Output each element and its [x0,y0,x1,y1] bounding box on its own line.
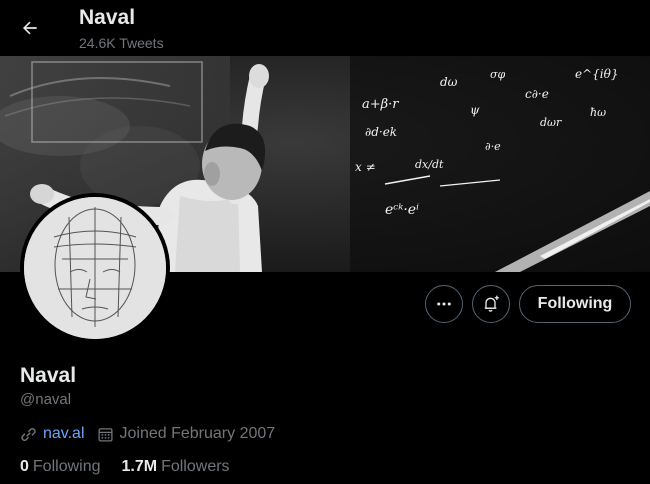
profile-stats: 0 Following 1.7M Followers [20,458,251,476]
equation-text: c∂·e [525,87,549,101]
arrow-left-icon [23,21,37,35]
profile-name: Naval [20,364,77,387]
equation-text: ψ [470,103,480,117]
ellipsis-icon [437,302,451,306]
equation-text: e^{iθ} [575,67,619,81]
following-button[interactable]: Following [519,285,631,323]
profile-header-bar: Naval 24.6K Tweets [0,0,650,56]
equation-text: ∂d·ek [365,125,397,139]
following-label: Following [32,458,101,475]
followers-label: Followers [161,458,230,475]
notifications-button[interactable] [472,285,510,323]
following-count: 0 [20,458,29,475]
back-button[interactable] [14,14,46,42]
equation-text: dω [440,75,458,89]
link-icon [20,426,37,443]
equation-text: x ≠ [355,160,376,174]
bell-plus-icon [484,295,499,312]
following-stat-link[interactable]: 0 Following [20,458,101,476]
equation-text: ħω [590,106,606,119]
followers-stat-link[interactable]: 1.7M Followers [122,458,230,476]
profile-avatar[interactable] [20,193,170,343]
tweet-count: 24.6K Tweets [79,35,164,51]
profile-meta: nav.al Joined February 2007 [20,425,275,443]
joined-date: Joined February 2007 [119,425,276,442]
calendar-icon [97,426,114,443]
equation-text: eᶜᵏ·eⁱ [385,202,419,218]
header-title: Naval [79,6,136,29]
more-options-button[interactable] [425,285,463,323]
equation-text: dx/dt [415,158,444,171]
followers-count: 1.7M [121,458,158,475]
profile-handle: @naval [20,391,72,408]
equation-text: a+β·r [362,97,399,112]
avatar-sketch [24,197,166,339]
equation-text: dωr [540,116,562,129]
equation-text: σφ [490,68,506,81]
equation-text: ∂·e [485,140,501,153]
website-link[interactable]: nav.al [43,425,85,443]
